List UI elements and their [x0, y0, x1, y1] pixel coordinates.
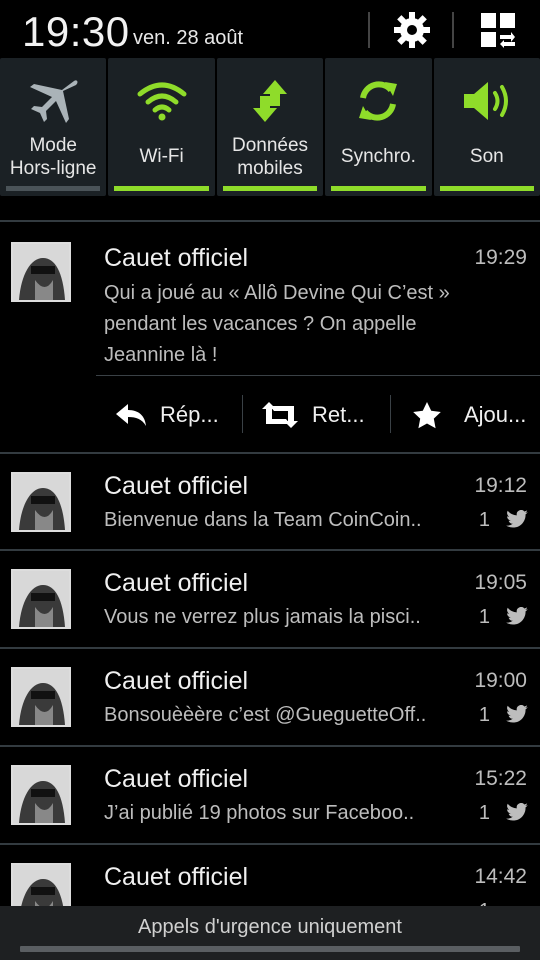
- tile-sound[interactable]: Son: [433, 58, 540, 196]
- divider: [242, 395, 243, 433]
- avatar: [11, 242, 71, 302]
- tile-mobile-data[interactable]: Données mobiles: [216, 58, 324, 196]
- notification-header: 19:30 ven. 28 août: [0, 0, 540, 60]
- notification-item[interactable]: Cauet officiel 19:00 Bonsouèèère c’est @…: [0, 649, 540, 745]
- tile-state-bar: [6, 186, 101, 191]
- notification-time: 15:22: [474, 767, 527, 790]
- notification-title: Cauet officiel: [104, 863, 249, 891]
- tile-edit-button[interactable]: [476, 10, 520, 50]
- twitter-bird-icon: [506, 510, 528, 528]
- notification-title: Cauet officiel: [104, 667, 249, 695]
- notification-title: Cauet officiel: [104, 472, 249, 500]
- tile-label: Mode Hors-ligne: [9, 135, 97, 179]
- notification-count: 1: [478, 509, 490, 531]
- tile-airplane-mode[interactable]: Mode Hors-ligne: [0, 58, 107, 196]
- quick-settings-panel: Mode Hors-ligne Wi-Fi Données mobiles Sy…: [0, 58, 540, 196]
- date: ven. 28 août: [133, 27, 244, 49]
- notification-title: Cauet officiel: [104, 244, 249, 272]
- action-label: Ajou...: [464, 402, 527, 427]
- grid-toggle-icon: [481, 13, 515, 48]
- tile-state-bar: [114, 186, 209, 191]
- notification-text: Vous ne verrez plus jamais la pisci..: [104, 606, 421, 628]
- retweet-action-button[interactable]: Ret...: [260, 395, 365, 435]
- settings-button[interactable]: [390, 10, 434, 50]
- tile-label: Son: [469, 146, 504, 167]
- tile-state-bar: [222, 186, 318, 191]
- notification-item[interactable]: Cauet officiel 19:05 Vous ne verrez plus…: [0, 551, 540, 647]
- clock: 19:30: [22, 8, 130, 55]
- emergency-text: Appels d'urgence uniquement: [137, 916, 402, 938]
- notification-time: 19:12: [474, 474, 527, 497]
- tile-state-bar: [331, 186, 426, 191]
- notification-title: Cauet officiel: [104, 569, 249, 597]
- notification-time: 19:00: [474, 669, 527, 692]
- notification-text: Bienvenue dans la Team CoinCoin..: [104, 509, 422, 531]
- avatar: [11, 863, 71, 906]
- retweet-icon: [262, 402, 298, 428]
- notification-count: 1: [478, 704, 490, 726]
- notification-count: 1: [478, 802, 490, 824]
- notification-item[interactable]: Cauet officiel 19:12 Bienvenue dans la T…: [0, 454, 540, 550]
- emergency-calls-bar: Appels d'urgence uniquement: [0, 906, 540, 960]
- tile-label: Wi-Fi: [139, 146, 184, 167]
- avatar: [11, 765, 71, 825]
- airplane-icon: [30, 80, 78, 123]
- action-label: Ret...: [312, 402, 365, 427]
- gear-icon: [394, 12, 430, 48]
- tile-sync[interactable]: Synchro.: [325, 58, 432, 196]
- action-label: Rép...: [160, 402, 219, 427]
- wifi-icon: [137, 82, 187, 121]
- data-arrows-icon: [253, 80, 288, 122]
- tile-label: Données mobiles: [231, 135, 309, 179]
- twitter-bird-icon: [506, 705, 528, 723]
- avatar: [11, 667, 71, 727]
- notification-text: J’ai publié 19 photos sur Faceboo..: [104, 802, 415, 824]
- notification-title: Cauet officiel: [104, 765, 249, 793]
- avatar: [11, 569, 71, 629]
- favorite-action-button[interactable]: Ajou...: [412, 395, 526, 435]
- divider: [452, 12, 454, 48]
- reply-icon: [116, 404, 146, 426]
- avatar: [11, 472, 71, 532]
- notification-count: 1: [478, 606, 490, 628]
- speaker-icon: [463, 82, 508, 120]
- tile-state-bar: [439, 186, 535, 191]
- divider: [390, 395, 391, 433]
- divider: [96, 375, 540, 376]
- notification-time: 19:29: [474, 246, 527, 269]
- reply-action-button[interactable]: Rép...: [114, 395, 219, 435]
- tile-wifi[interactable]: Wi-Fi: [108, 58, 215, 196]
- drag-handle[interactable]: [20, 946, 520, 952]
- star-icon: [413, 402, 441, 429]
- divider: [368, 12, 370, 48]
- notification-time: 19:05: [474, 571, 527, 594]
- notification-time: 14:42: [474, 865, 527, 888]
- twitter-bird-icon: [506, 803, 528, 821]
- sync-icon: [359, 81, 398, 121]
- notification-item[interactable]: Cauet officiel 15:22 J’ai publié 19 phot…: [0, 747, 540, 843]
- notification-text: Qui a joué au « Allô Devine Qui C’est » …: [104, 282, 450, 366]
- notification-text: Bonsouèèère c’est @GueguetteOff..: [104, 704, 427, 726]
- tile-label: Synchro.: [340, 146, 416, 167]
- twitter-bird-icon: [506, 607, 528, 625]
- notification-item[interactable]: Cauet officiel 14:42 1: [0, 845, 540, 906]
